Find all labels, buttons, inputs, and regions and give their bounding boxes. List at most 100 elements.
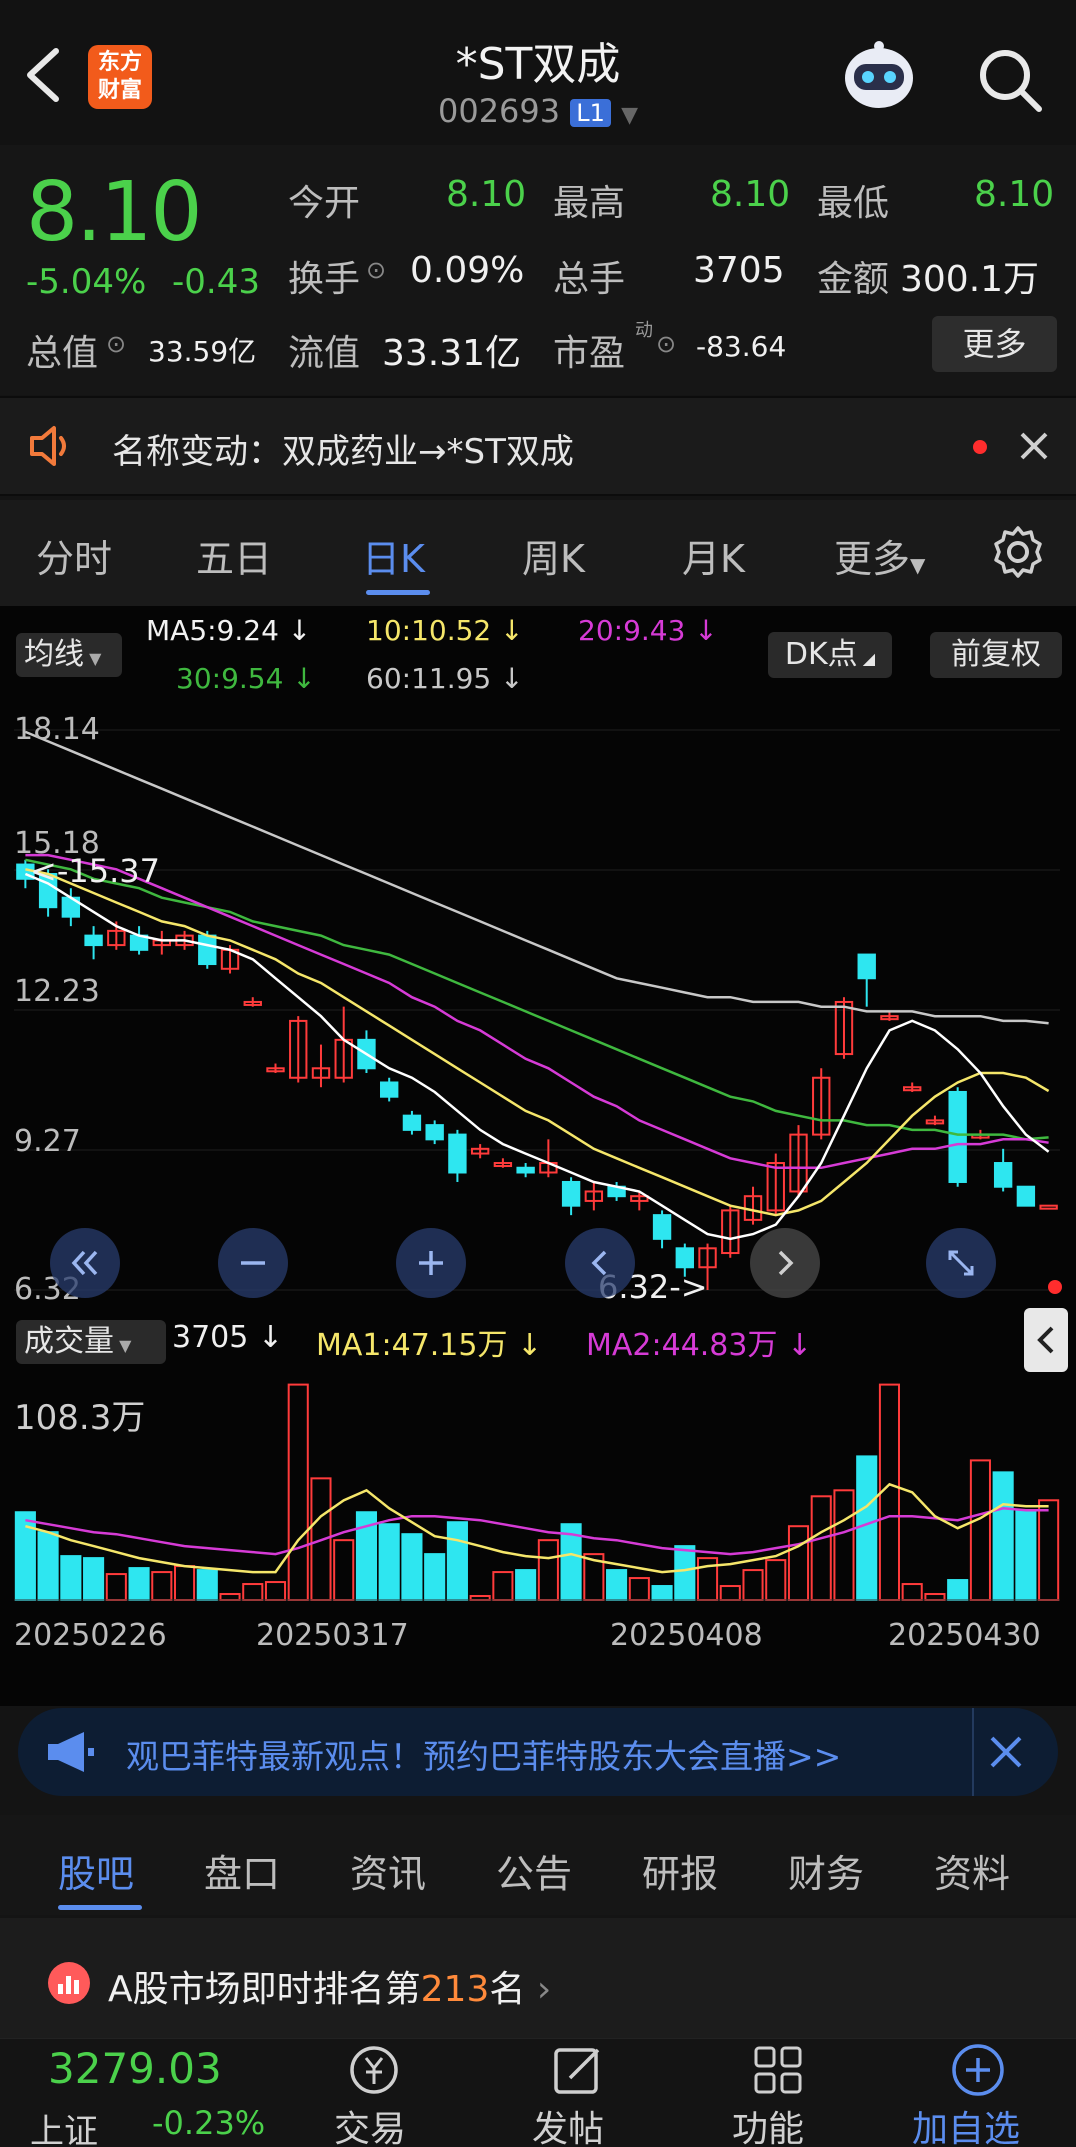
info-icon[interactable]: ⊙ xyxy=(656,330,676,358)
volume-bar xyxy=(765,1559,787,1602)
notice-text[interactable]: 名称变动：双成药业→*ST双成 xyxy=(112,424,574,473)
ma60-value: 60:11.95 ↓ xyxy=(366,662,524,695)
tab-intraday[interactable]: 分时 xyxy=(36,528,112,583)
candle-body xyxy=(1016,1185,1036,1207)
ma5-value: MA5:9.24 ↓ xyxy=(146,614,312,647)
active-section-indicator xyxy=(58,1905,142,1910)
open-value: 8.10 xyxy=(446,174,527,215)
ma-toggle-label: 均线 xyxy=(24,637,84,672)
rank-suffix: 名 xyxy=(489,1969,526,2010)
tab-announcement[interactable]: 公告 xyxy=(496,1843,572,1898)
candle-body xyxy=(1039,1204,1058,1210)
info-icon[interactable]: ⊙ xyxy=(106,330,126,358)
volume-bar xyxy=(287,1383,309,1601)
corner-icon: ◢ xyxy=(857,649,876,668)
tab-more[interactable]: 更多▼ xyxy=(834,528,925,583)
tab-profile[interactable]: 资料 xyxy=(934,1843,1010,1898)
dk-label: DK点 xyxy=(784,637,858,672)
adjust-mode-button[interactable]: 前复权 xyxy=(930,632,1062,678)
settings-gear-icon[interactable] xyxy=(990,524,1046,584)
amount-label: 金额 xyxy=(817,259,890,300)
volume-bar xyxy=(446,1521,468,1601)
info-icon[interactable]: ⊙ xyxy=(366,256,386,284)
tab-handicap[interactable]: 盘口 xyxy=(204,1843,280,1898)
ma30-line xyxy=(25,858,1049,1141)
banner-divider xyxy=(972,1708,974,1796)
volume-current: 3705 ↓ xyxy=(172,1320,284,1355)
volume-bar xyxy=(901,1583,923,1602)
tab-news[interactable]: 资讯 xyxy=(350,1843,426,1898)
candle-body xyxy=(448,1133,467,1174)
volume-bar xyxy=(378,1523,400,1601)
volume-bar xyxy=(1038,1499,1060,1601)
chevron-right-icon: › xyxy=(525,1969,552,2010)
collapse-panel-button[interactable] xyxy=(1024,1308,1068,1372)
volume-bar xyxy=(606,1569,628,1601)
tab-daily-k[interactable]: 日K xyxy=(362,528,425,583)
volume-indicator-selector[interactable]: 成交量 ▼ xyxy=(16,1320,166,1364)
volume-bar xyxy=(674,1545,696,1601)
tab-guba[interactable]: 股吧 xyxy=(58,1843,134,1898)
low-value: 8.10 xyxy=(974,174,1055,215)
scroll-far-left-button[interactable] xyxy=(50,1228,120,1298)
volume-bar xyxy=(333,1539,355,1601)
chevron-left-icon xyxy=(591,1250,607,1276)
x-label-4: 20250430 xyxy=(888,1618,1041,1653)
chevron-right-icon xyxy=(778,1250,794,1276)
trade-yuan-icon[interactable] xyxy=(344,2040,404,2100)
rank-text[interactable]: A股市场即时排名第213名 › xyxy=(108,1960,551,2012)
volume-bar xyxy=(128,1567,150,1601)
volume-bar xyxy=(219,1593,241,1601)
volume-bar xyxy=(969,1459,991,1601)
tab-monthly-k[interactable]: 月K xyxy=(682,528,745,583)
y-label-4: 9.27 xyxy=(14,1124,81,1159)
candle-body xyxy=(652,1214,672,1240)
ranking-chart-icon xyxy=(48,1962,90,2004)
nav-post[interactable]: 发帖 xyxy=(532,2100,604,2147)
zoom-out-button[interactable] xyxy=(218,1228,288,1298)
ma2-volume-line xyxy=(25,1507,1049,1556)
high-value: 8.10 xyxy=(710,174,791,215)
search-icon[interactable] xyxy=(975,45,1045,115)
tab-research[interactable]: 研报 xyxy=(642,1843,718,1898)
last-price: 8.10 xyxy=(26,165,203,260)
kline-chart[interactable] xyxy=(0,700,1076,1310)
candle-body xyxy=(675,1247,694,1269)
post-edit-icon[interactable] xyxy=(548,2040,608,2100)
y-label-top: 18.14 xyxy=(14,712,100,747)
scroll-right-button[interactable] xyxy=(750,1228,820,1298)
ma-indicator-selector[interactable]: 均线 ▼ xyxy=(16,633,122,677)
dk-point-button[interactable]: DK点 ◢ xyxy=(768,632,892,678)
nav-trade[interactable]: 交易 xyxy=(334,2100,406,2147)
zoom-in-button[interactable] xyxy=(396,1228,466,1298)
functions-grid-icon[interactable] xyxy=(748,2040,808,2100)
promo-text[interactable]: 观巴菲特最新观点！预约巴菲特股东大会直播>> xyxy=(126,1730,841,1778)
close-icon[interactable] xyxy=(1016,426,1052,470)
tab-finance[interactable]: 财务 xyxy=(788,1843,864,1898)
candle-body xyxy=(380,1081,399,1098)
volume-toggle-label: 成交量 xyxy=(24,1324,114,1359)
ma60-line xyxy=(24,730,1049,1025)
candle-body xyxy=(516,1166,535,1174)
fullscreen-button[interactable] xyxy=(926,1228,996,1298)
close-banner-icon[interactable] xyxy=(986,1732,1026,1776)
volume-chart[interactable] xyxy=(0,1374,1076,1606)
index-value[interactable]: 3279.03 xyxy=(48,2044,222,2093)
volume-bar xyxy=(742,1569,764,1601)
robot-assistant-icon[interactable] xyxy=(838,38,920,118)
candle-body xyxy=(198,934,217,966)
nav-functions[interactable]: 功能 xyxy=(732,2100,804,2147)
tab-weekly-k[interactable]: 周K xyxy=(522,528,585,583)
candle-body xyxy=(84,934,103,947)
candle-body xyxy=(948,1090,967,1183)
live-dot xyxy=(1048,1280,1062,1294)
volume-bar xyxy=(651,1585,673,1602)
volume-bar xyxy=(719,1585,741,1602)
float-cap-label: 流值 xyxy=(288,333,361,374)
mktcap-label: 总值 xyxy=(26,333,99,374)
nav-add-watchlist[interactable]: 加自选 xyxy=(912,2100,1020,2147)
more-quote-button[interactable]: 更多 xyxy=(932,316,1057,372)
tab-five-day[interactable]: 五日 xyxy=(196,528,272,583)
scroll-left-button[interactable] xyxy=(565,1228,635,1298)
add-watchlist-icon[interactable] xyxy=(948,2040,1008,2100)
